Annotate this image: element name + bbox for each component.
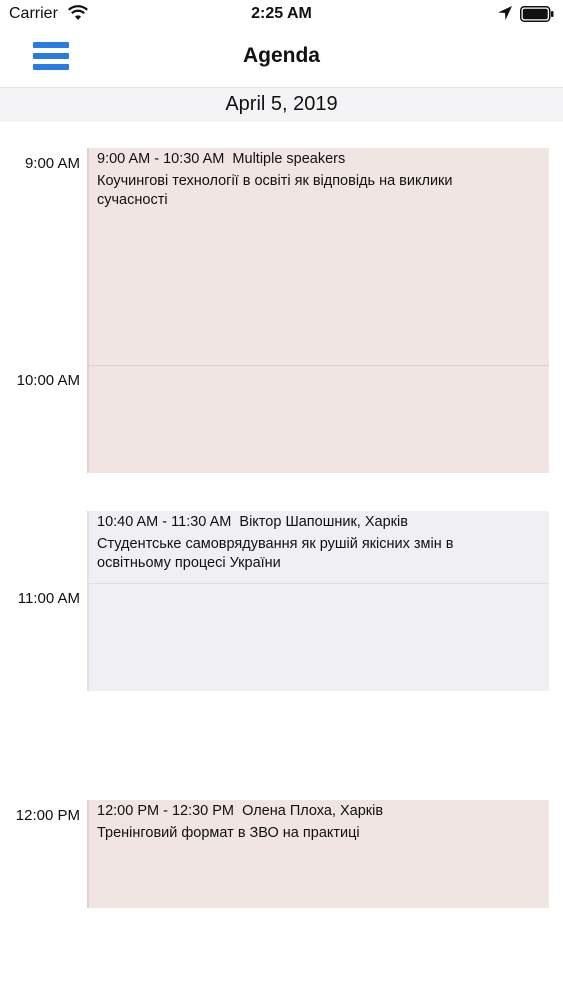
event-speaker: Віктор Шапошник, Харків [239, 514, 408, 530]
event-speaker: Multiple speakers [232, 151, 346, 167]
event-time: 12:00 PM - 12:30 PM [97, 803, 235, 819]
agenda-timeline[interactable]: 9:00 AM 10:00 AM 11:00 AM 12:00 PM 9:00 … [0, 121, 563, 1000]
navigation-bar: Agenda [0, 30, 563, 87]
status-time: 2:25 AM [251, 5, 312, 22]
page-title: Agenda [242, 44, 320, 67]
status-bar: Carrier 2:25 AM [0, 0, 563, 30]
hour-divider [89, 583, 549, 584]
event-title: Тренінговий формат в ЗВО на практиці [97, 825, 360, 841]
event-speaker: Олена Плоха, Харків [242, 803, 384, 819]
location-icon [498, 6, 512, 20]
hour-label-11am: 11:00 AM [17, 590, 80, 607]
event-title: Студентське самоврядування як рушій якіс… [97, 536, 454, 571]
event-time-speaker: 12:00 PM - 12:30 PM Олена Плоха, Харків [97, 803, 383, 819]
hour-label-12pm: 12:00 PM [15, 807, 80, 824]
event-time-speaker: 10:40 AM - 11:30 AM Віктор Шапошник, Хар… [97, 514, 408, 530]
event-card[interactable]: 12:00 PM - 12:30 PM Олена Плоха, Харків … [87, 800, 549, 908]
hour-label-9am: 9:00 AM [24, 155, 80, 172]
event-title: Коучингові технології в освіті як відпов… [97, 173, 453, 208]
hour-divider [89, 365, 549, 366]
event-card[interactable]: 9:00 AM - 10:30 AM Multiple speakers Коу… [87, 148, 549, 473]
agenda-date: April 5, 2019 [225, 93, 338, 115]
event-time: 9:00 AM - 10:30 AM [97, 151, 225, 167]
event-time: 10:40 AM - 11:30 AM [97, 514, 232, 530]
battery-icon [520, 6, 554, 22]
hour-label-10am: 10:00 AM [16, 372, 80, 389]
event-card[interactable]: 10:40 AM - 11:30 AM Віктор Шапошник, Хар… [87, 511, 549, 691]
event-time-speaker: 9:00 AM - 10:30 AM Multiple speakers [97, 151, 345, 167]
date-header: April 5, 2019 [0, 87, 563, 122]
agenda-screen: Carrier 2:25 AM Agenda April 5, 2019 9:0… [0, 0, 563, 1000]
